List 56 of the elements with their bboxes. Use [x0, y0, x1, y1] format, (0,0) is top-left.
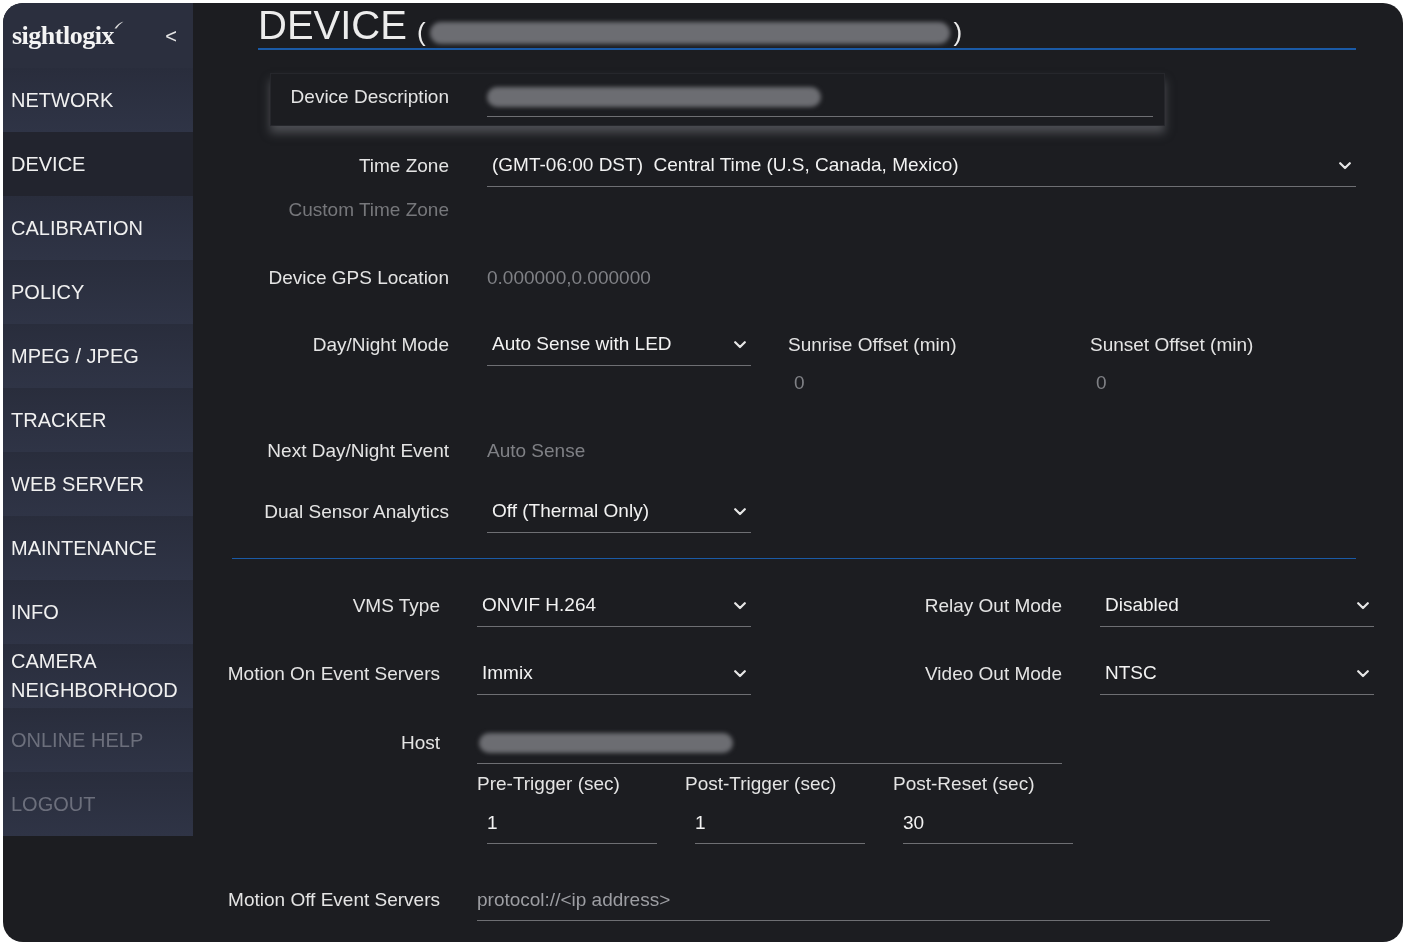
nav-item[interactable]: CAMERA NEIGHBORHOOD [3, 644, 193, 708]
field-label: Device GPS Location [268, 265, 449, 290]
field-label: Video Out Mode [925, 661, 1062, 686]
collapse-button[interactable]: < [165, 25, 177, 46]
dropdown[interactable]: (GMT-06:00 DST) Central Time (U.S, Canada, Mexico) [487, 145, 1356, 187]
chevron-down-icon [1357, 601, 1369, 610]
nav-item[interactable]: TRACKER [3, 388, 193, 452]
nav-item[interactable]: MAINTENANCE [3, 516, 193, 580]
nav-item[interactable]: INFO [3, 580, 193, 644]
chevron-down-icon [1357, 669, 1369, 678]
nav-item[interactable]: DEVICE [3, 132, 193, 196]
dropdown[interactable]: Auto Sense with LED [487, 324, 751, 366]
logo-text: sightlogix [12, 22, 114, 49]
nav-item[interactable]: MPEG / JPEG [3, 324, 193, 388]
nav-item[interactable]: NETWORK [3, 68, 193, 132]
chevron-down-icon [734, 507, 746, 516]
field-label: Custom Time Zone [288, 197, 449, 222]
dropdown[interactable]: Disabled [1100, 585, 1374, 627]
field-label: Device Description [290, 84, 449, 109]
field-label: Relay Out Mode [924, 593, 1062, 618]
field-label: Post-Trigger (sec) [685, 771, 837, 796]
nav-item[interactable]: POLICY [3, 260, 193, 324]
chevron-down-icon [1339, 161, 1351, 170]
field-label: Motion Off Event Servers [228, 887, 440, 912]
field-label: Day/Night Mode [312, 332, 449, 357]
input-field[interactable]: 30 [903, 804, 1073, 844]
input-field[interactable]: protocol://<ip address> [477, 879, 1270, 921]
nav-item[interactable]: WEB SERVER [3, 452, 193, 516]
title-bracket: ) [953, 19, 963, 45]
field-label: Dual Sensor Analytics [264, 499, 449, 524]
chevron-down-icon [734, 601, 746, 610]
dropdown[interactable]: ONVIF H.264 [477, 585, 751, 627]
chevron-down-icon [734, 669, 746, 678]
input-field[interactable]: 1 [487, 804, 657, 844]
chevron-down-icon [734, 340, 746, 349]
field-value: Auto Sense [487, 438, 586, 463]
dropdown[interactable]: Off (Thermal Only) [487, 491, 751, 533]
dropdown[interactable]: NTSC [1100, 653, 1374, 695]
swoosh-icon [113, 20, 124, 29]
dropdown[interactable]: Immix [477, 653, 751, 695]
page-title: DEVICE [258, 5, 407, 45]
field-value: 0 [794, 370, 805, 395]
field-value: 0 [1096, 370, 1107, 395]
field-value: 0.000000,0.000000 [487, 265, 651, 290]
field-label: Sunset Offset (min) [1090, 332, 1254, 357]
field-label: Next Day/Night Event [267, 438, 449, 463]
nav-item[interactable]: CALIBRATION [3, 196, 193, 260]
field-label: Motion On Event Servers [227, 661, 440, 686]
field-label: Pre-Trigger (sec) [477, 771, 620, 796]
input-field[interactable]: 1 [695, 804, 865, 844]
field-label: Post-Reset (sec) [893, 771, 1035, 796]
field-label: Host [400, 730, 440, 755]
title-bracket: ( [416, 19, 426, 45]
field-label: VMS Type [352, 593, 440, 618]
field-label: Sunrise Offset (min) [788, 332, 957, 357]
field-label: Time Zone [358, 153, 449, 178]
